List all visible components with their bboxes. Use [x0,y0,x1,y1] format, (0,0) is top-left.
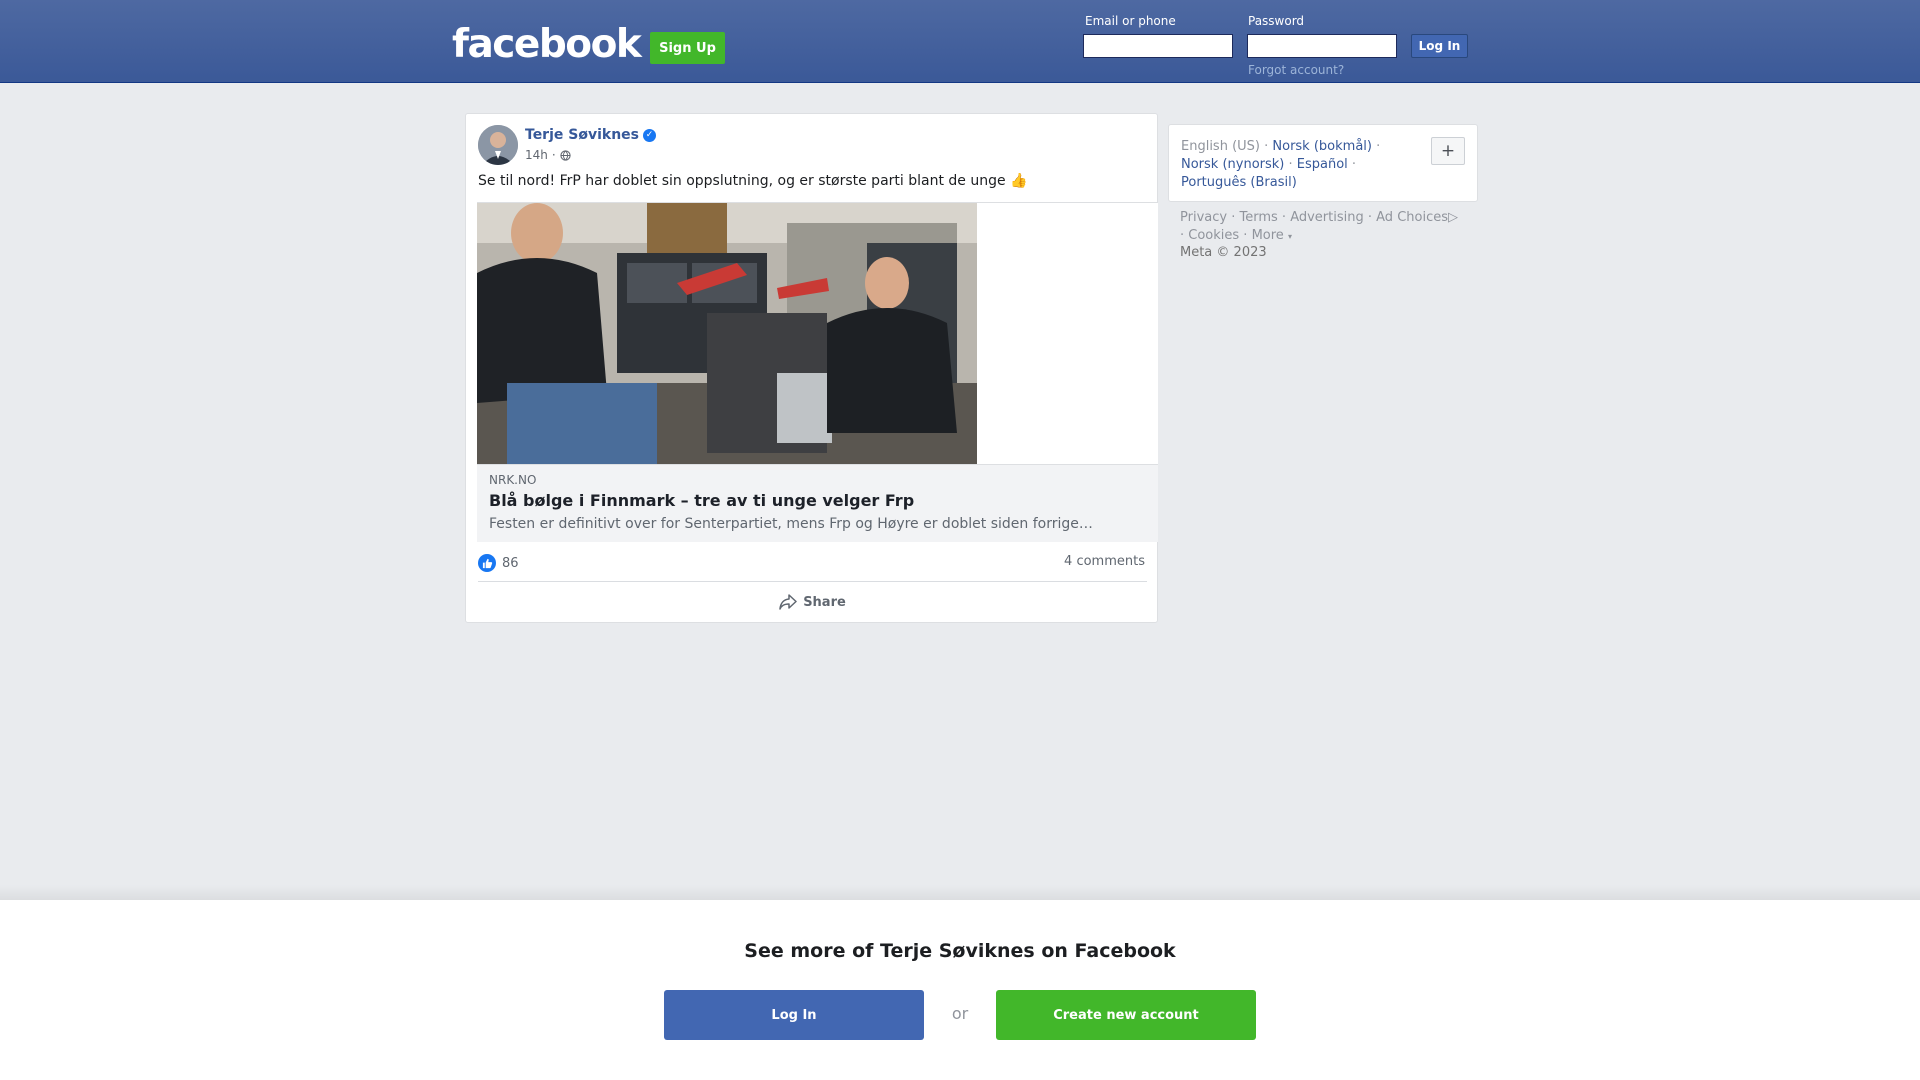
password-input[interactable] [1247,34,1397,58]
language-list: English (US) · Norsk (bokmål) · Norsk (n… [1181,139,1381,190]
more-label: More [1251,228,1284,243]
reactions-summary[interactable]: 86 [478,554,519,572]
sign-up-button[interactable]: Sign Up [650,32,725,64]
footer-more-link[interactable]: More ▾ [1252,228,1292,243]
link-attachment[interactable]: NRK.NO Blå bølge i Finnmark – tre av ti … [477,202,1158,542]
actions-divider [478,581,1147,582]
post-text: Se til nord! FrP har doblet sin oppslutn… [478,173,1028,189]
more-languages-button[interactable]: + [1431,137,1465,165]
bottom-panel-shadow [0,885,1920,900]
like-icon [478,554,496,572]
link-info: NRK.NO Blå bølge i Finnmark – tre av ti … [477,464,1158,542]
email-input[interactable] [1083,34,1233,58]
author-name-link[interactable]: Terje Søviknes ✓ [525,127,656,143]
forgot-account-link[interactable]: Forgot account? [1248,63,1344,77]
top-navigation-bar: facebook Sign Up Email or phone Password… [0,0,1920,83]
language-current: English (US) [1181,139,1260,154]
language-selector-box: English (US) · Norsk (bokmål) · Norsk (n… [1168,124,1478,202]
email-label: Email or phone [1085,14,1176,28]
post-meta: 14h · [525,148,571,162]
see-more-title: See more of Terje Søviknes on Facebook [744,940,1176,962]
bottom-log-in-button[interactable]: Log In [664,990,924,1040]
footer-privacy-link[interactable]: Privacy [1180,210,1227,225]
author-avatar[interactable] [478,125,518,165]
meta-separator: · [551,148,556,162]
more-caret-icon: ▾ [1287,232,1292,241]
language-link[interactable]: Português (Brasil) [1181,175,1297,190]
language-link[interactable]: Español [1297,157,1348,172]
link-title[interactable]: Blå bølge i Finnmark – tre av ti unge ve… [489,491,1146,510]
facebook-logo[interactable]: facebook [452,22,642,67]
footer-cookies-link[interactable]: Cookies [1188,228,1239,243]
link-photo [477,203,977,465]
link-description: Festen er definitivt over for Senterpart… [489,516,1093,532]
likes-count: 86 [502,555,519,571]
post-card: Terje Søviknes ✓ 14h · Se til nord! FrP … [465,113,1158,623]
create-new-account-button[interactable]: Create new account [996,990,1256,1040]
share-label: Share [803,594,846,610]
footer-ad-choices-link[interactable]: Ad Choices▷ [1376,210,1458,225]
password-label: Password [1248,14,1305,28]
footer-terms-link[interactable]: Terms [1239,210,1277,225]
share-icon [779,594,797,610]
globe-icon [560,149,571,161]
post-time[interactable]: 14h [525,148,548,162]
link-image-area [477,202,1158,465]
meta-copyright: Meta © 2023 [1180,245,1267,260]
share-button[interactable]: Share [466,584,1159,620]
language-link[interactable]: Norsk (bokmål) [1272,139,1372,154]
footer-advertising-link[interactable]: Advertising [1290,210,1364,225]
ad-choices-label: Ad Choices [1376,210,1448,225]
link-domain: NRK.NO [489,473,537,487]
footer-links: Privacy · Terms · Advertising · Ad Choic… [1180,210,1458,243]
login-prompt-panel: See more of Terje Søviknes on Facebook L… [0,900,1920,1080]
comments-count[interactable]: 4 comments [1064,554,1145,569]
ad-choices-icon: ▷ [1448,210,1458,225]
author-name: Terje Søviknes [525,127,639,143]
verified-badge-icon: ✓ [643,128,656,142]
log-in-button[interactable]: Log In [1411,34,1468,58]
or-label: or [951,1004,969,1023]
language-link[interactable]: Norsk (nynorsk) [1181,157,1284,172]
